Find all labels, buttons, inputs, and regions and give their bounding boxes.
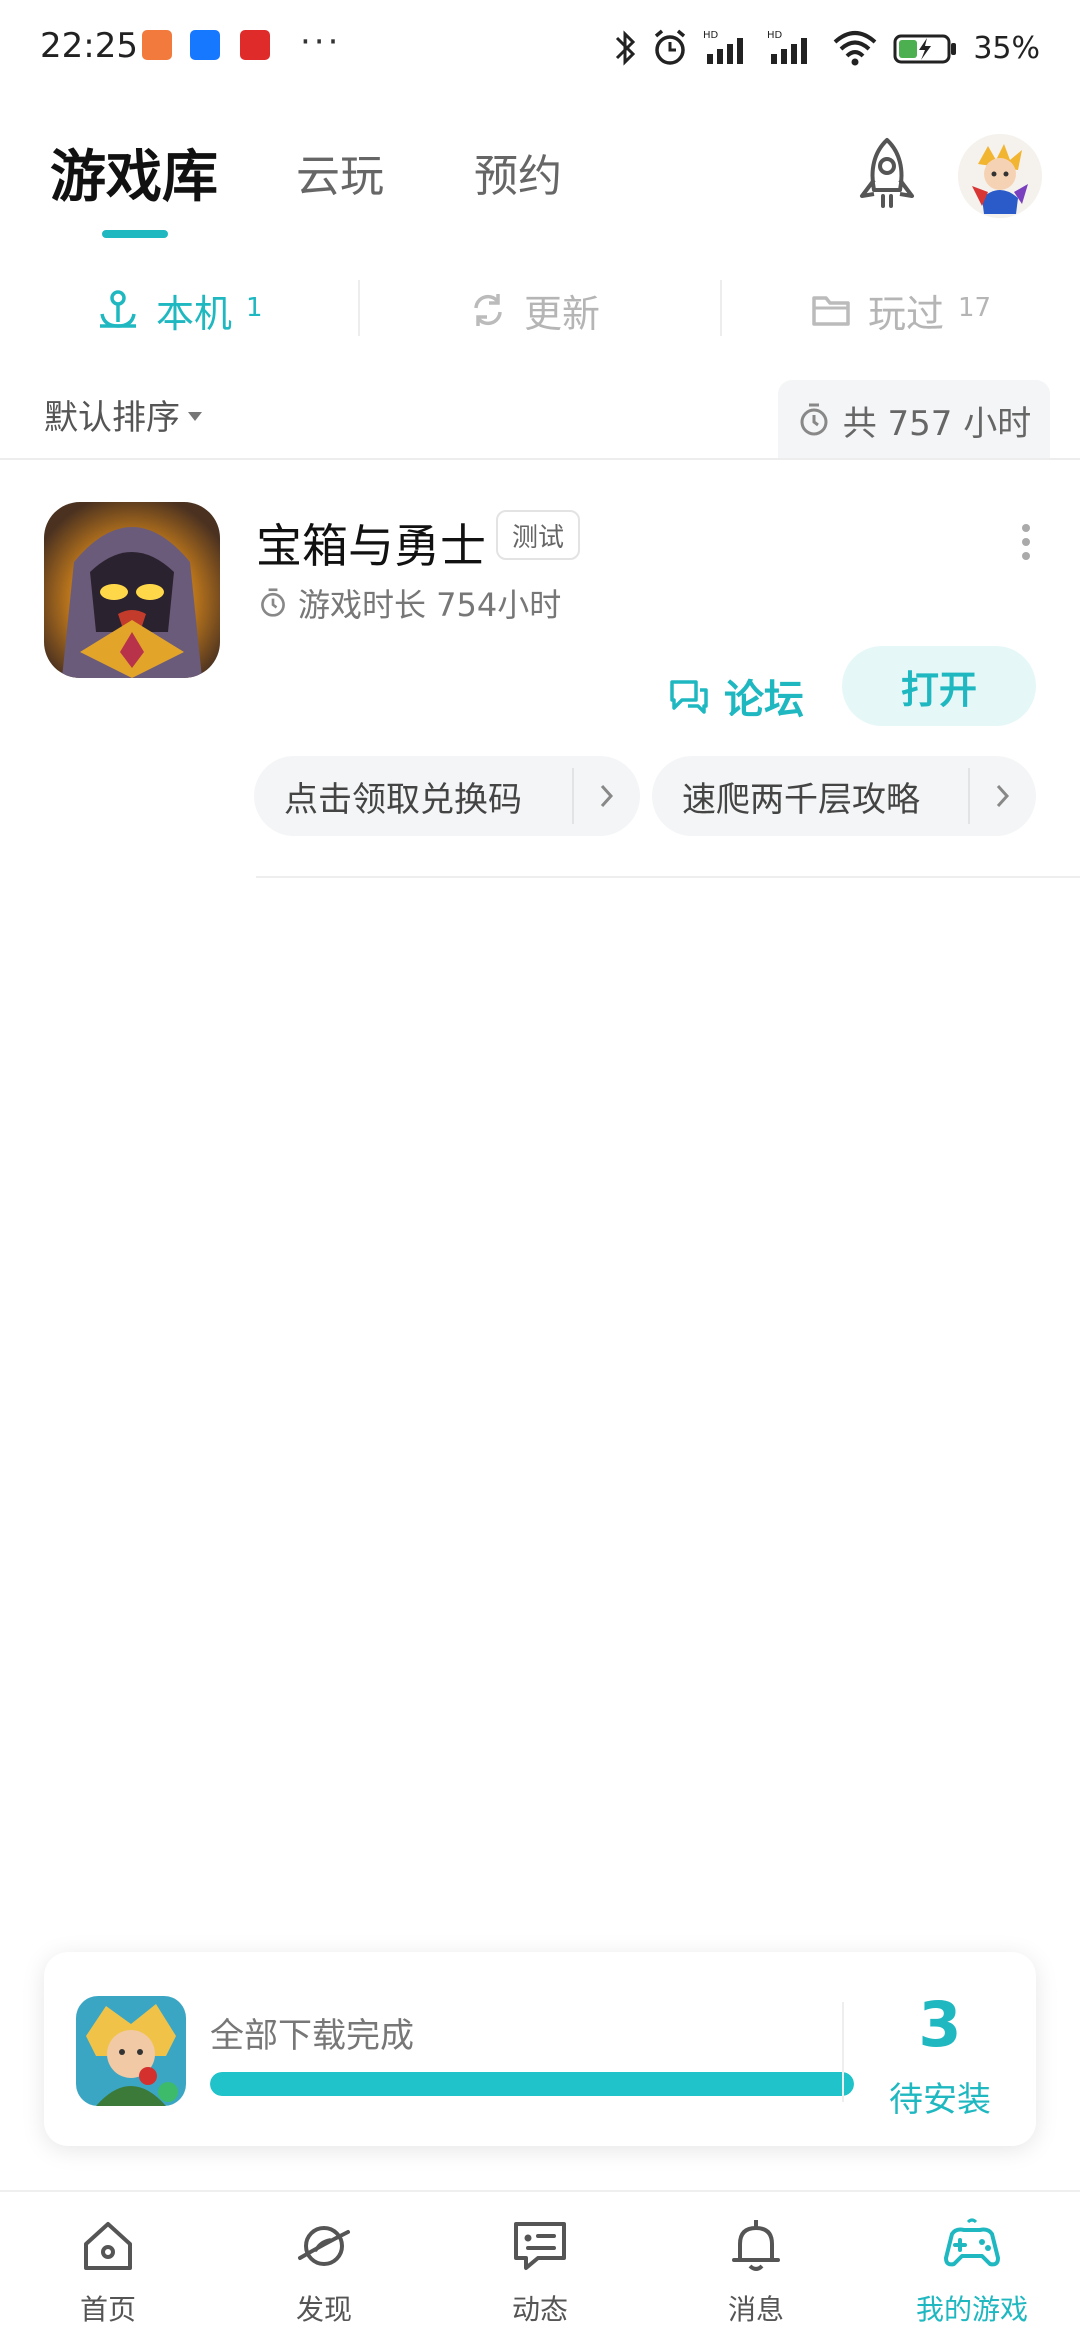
gamepad-icon <box>944 2218 1000 2267</box>
nav-discover[interactable]: 发现 <box>216 2192 432 2340</box>
download-progress-bar <box>210 2072 854 2096</box>
redeem-code-chip[interactable]: 点击领取兑换码 <box>254 756 640 836</box>
subtab-local-count: 1 <box>246 293 263 323</box>
subtab-played[interactable]: 玩过 17 <box>810 270 991 350</box>
chevron-right-icon <box>574 783 640 809</box>
subtab-divider <box>358 280 360 336</box>
battery-percent: 35% <box>973 30 1040 66</box>
subtab-local-label: 本机 <box>156 291 233 336</box>
subtab-local[interactable]: 本机 1 <box>96 270 263 350</box>
subtab-divider <box>720 280 722 336</box>
game-playtime-label: 游戏时长 754小时 <box>298 586 562 624</box>
svg-text:HD: HD <box>703 30 719 41</box>
status-bar: 22:25 ··· HD HD 35% <box>0 0 1080 96</box>
tab-cloud-play[interactable]: 云玩 <box>296 140 384 204</box>
nav-home[interactable]: 首页 <box>0 2192 216 2340</box>
folder-icon <box>812 296 850 326</box>
nav-messages-label: 消息 <box>727 2293 784 2326</box>
music-notification-icon <box>240 30 270 60</box>
download-progress-fill <box>210 2072 854 2096</box>
subtab-updates[interactable]: 更新 <box>468 270 600 350</box>
stopwatch-icon <box>261 588 285 617</box>
stopwatch-icon <box>800 403 828 436</box>
more-options-icon[interactable] <box>1016 520 1036 570</box>
open-game-button[interactable]: 打开 <box>842 646 1036 726</box>
home-icon <box>84 2222 132 2270</box>
game-list-item: 宝箱与勇士 测试 游戏时长 754小时 论坛 打开 点击领取兑换码 速爬两千层攻… <box>0 460 1080 880</box>
game-playtime: 游戏时长 754小时 <box>258 580 561 626</box>
nav-my-games[interactable]: 我的游戏 <box>864 2192 1080 2340</box>
signal-1-icon: HD <box>703 30 744 64</box>
bell-icon <box>732 2220 780 2271</box>
signal-2-icon: HD <box>767 30 808 64</box>
refresh-icon <box>474 294 502 326</box>
test-badge: 测试 <box>496 510 581 560</box>
more-notifications-icon: ··· <box>300 22 342 62</box>
shop-notification-icon <box>142 30 172 60</box>
planet-icon <box>298 2226 350 2266</box>
active-tab-indicator <box>102 230 168 238</box>
sort-row: 默认排序 共 757 小时 <box>0 380 1080 460</box>
nav-home-label: 首页 <box>79 2293 136 2326</box>
total-playtime: 共 757 小时 <box>778 380 1050 460</box>
bottom-nav: 首页 发现 动态 消息 我的游戏 <box>0 2190 1080 2340</box>
status-right: HD HD 35% <box>613 24 1040 72</box>
subtab-played-count: 17 <box>958 293 992 323</box>
chevron-right-icon <box>970 783 1036 809</box>
redeem-code-chip-label: 点击领取兑换码 <box>284 779 522 820</box>
nav-discover-label: 发现 <box>295 2293 352 2326</box>
game-icon[interactable] <box>44 502 220 678</box>
total-playtime-label: 共 757 小时 <box>842 403 1032 444</box>
nav-messages[interactable]: 消息 <box>648 2192 864 2340</box>
sort-dropdown[interactable]: 默认排序 <box>44 390 202 439</box>
download-status-text: 全部下载完成 <box>210 2016 414 2056</box>
sort-dropdown-label: 默认排序 <box>44 398 180 438</box>
pending-install-count: 3 <box>918 1988 962 2061</box>
pending-install-label: 待安装 <box>889 2080 991 2120</box>
bluetooth-icon <box>616 30 636 66</box>
header: 游戏库 云玩 预约 <box>0 130 1080 250</box>
caret-down-icon <box>188 412 202 421</box>
user-avatar[interactable] <box>958 134 1042 218</box>
alipay-notification-icon <box>190 30 220 60</box>
nav-feed-label: 动态 <box>511 2293 568 2326</box>
forum-button-label: 论坛 <box>724 677 804 723</box>
game-title[interactable]: 宝箱与勇士 <box>256 510 486 576</box>
nav-my-games-label: 我的游戏 <box>915 2293 1028 2326</box>
wifi-icon <box>833 31 877 66</box>
list-divider <box>256 876 1080 878</box>
tab-game-library[interactable]: 游戏库 <box>50 132 218 213</box>
library-subtabs: 本机 1 更新 玩过 17 <box>0 270 1080 350</box>
strategy-guide-chip[interactable]: 速爬两千层攻略 <box>652 756 1036 836</box>
alarm-icon <box>655 29 686 65</box>
anchor-icon <box>100 290 136 328</box>
chat-icon <box>514 2222 566 2270</box>
rocket-icon[interactable] <box>852 134 922 214</box>
forum-button[interactable]: 论坛 <box>668 656 804 736</box>
status-time: 22:25 <box>40 26 138 66</box>
downloading-game-icon <box>76 1996 186 2106</box>
subtab-updates-label: 更新 <box>524 291 601 336</box>
svg-text:HD: HD <box>767 30 783 41</box>
nav-feed[interactable]: 动态 <box>432 2192 648 2340</box>
battery-icon <box>893 34 957 64</box>
download-status-card[interactable]: 全部下载完成 3 待安装 <box>44 1952 1036 2146</box>
tab-reservations[interactable]: 预约 <box>474 140 562 204</box>
strategy-guide-chip-label: 速爬两千层攻略 <box>682 779 920 820</box>
chat-bubbles-icon <box>670 680 708 714</box>
subtab-played-label: 玩过 <box>868 291 945 336</box>
